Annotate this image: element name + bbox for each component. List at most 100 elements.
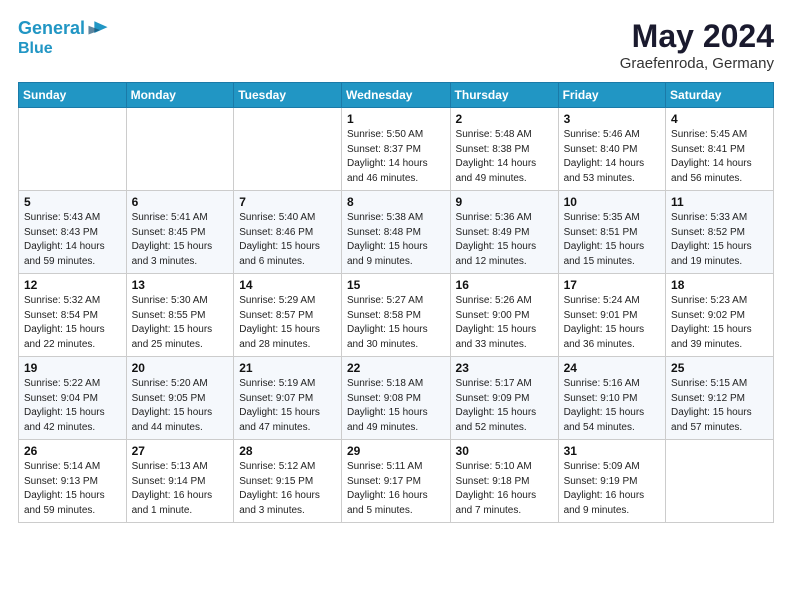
calendar-cell: 31 Sunrise: 5:09 AM Sunset: 9:19 PM Dayli… — [558, 440, 665, 523]
day-number: 31 — [564, 444, 660, 458]
calendar-cell: 4Sunrise: 5:45 AM Sunset: 8:41 PM Daylig… — [666, 108, 774, 191]
calendar-day-header: Friday — [558, 83, 665, 108]
calendar-cell: 14 Sunrise: 5:29 AM Sunset: 8:57 PM Dayli… — [234, 274, 342, 357]
calendar-cell: 9Sunrise: 5:36 AM Sunset: 8:49 PM Daylig… — [450, 191, 558, 274]
day-info: Sunrise: 5:17 AM Sunset: 9:09 PM Dayligh… — [456, 377, 553, 435]
day-info: Sunrise: 5:14 AM Sunset: 9:13 PM Dayligh… — [24, 460, 121, 518]
day-number: 10 — [564, 195, 660, 209]
calendar-cell: 24 Sunrise: 5:16 AM Sunset: 9:10 PM Dayli… — [558, 357, 665, 440]
calendar-day-header: Saturday — [666, 83, 774, 108]
day-number: 23 — [456, 361, 553, 375]
calendar-cell: 12 Sunrise: 5:32 AM Sunset: 8:54 PM Dayli… — [19, 274, 127, 357]
day-number: 11 — [671, 195, 768, 209]
day-number: 27 — [132, 444, 229, 458]
day-number: 18 — [671, 278, 768, 292]
day-info: Sunrise: 5:12 AM Sunset: 9:15 PM Dayligh… — [239, 460, 336, 518]
day-info: Sunrise: 5:16 AM Sunset: 9:10 PM Dayligh… — [564, 377, 660, 435]
day-number: 21 — [239, 361, 336, 375]
day-info: Sunrise: 5:20 AM Sunset: 9:05 PM Dayligh… — [132, 377, 229, 435]
day-info: Sunrise: 5:48 AM Sunset: 8:38 PM Dayligh… — [456, 128, 553, 186]
logo-blue: Blue — [18, 40, 109, 58]
day-info: Sunrise: 5:26 AM Sunset: 9:00 PM Dayligh… — [456, 294, 553, 352]
day-number: 20 — [132, 361, 229, 375]
calendar-cell: 21 Sunrise: 5:19 AM Sunset: 9:07 PM Dayli… — [234, 357, 342, 440]
calendar-week-row: 1 Sunrise: 5:50 AM Sunset: 8:37 PM Daylig… — [19, 108, 774, 191]
calendar-cell: 30Sunrise: 5:10 AM Sunset: 9:18 PM Dayli… — [450, 440, 558, 523]
day-number: 16 — [456, 278, 553, 292]
day-number: 12 — [24, 278, 121, 292]
day-number: 15 — [347, 278, 445, 292]
day-info: Sunrise: 5:24 AM Sunset: 9:01 PM Dayligh… — [564, 294, 660, 352]
calendar-day-header: Monday — [126, 83, 234, 108]
month-year: May 2024 — [620, 18, 774, 55]
calendar-cell: 23 Sunrise: 5:17 AM Sunset: 9:09 PM Dayli… — [450, 357, 558, 440]
day-number: 24 — [564, 361, 660, 375]
calendar: SundayMondayTuesdayWednesdayThursdayFrid… — [18, 82, 774, 523]
day-info: Sunrise: 5:15 AM Sunset: 9:12 PM Dayligh… — [671, 377, 768, 435]
logo: General Blue — [18, 18, 109, 58]
day-number: 1 — [347, 112, 445, 126]
calendar-cell: 28Sunrise: 5:12 AM Sunset: 9:15 PM Dayli… — [234, 440, 342, 523]
calendar-cell: 17 Sunrise: 5:24 AM Sunset: 9:01 PM Dayli… — [558, 274, 665, 357]
logo-text: General — [18, 19, 85, 39]
day-info: Sunrise: 5:18 AM Sunset: 9:08 PM Dayligh… — [347, 377, 445, 435]
day-info: Sunrise: 5:33 AM Sunset: 8:52 PM Dayligh… — [671, 211, 768, 269]
calendar-week-row: 5 Sunrise: 5:43 AM Sunset: 8:43 PM Daylig… — [19, 191, 774, 274]
calendar-cell: 27 Sunrise: 5:13 AM Sunset: 9:14 PM Dayli… — [126, 440, 234, 523]
day-info: Sunrise: 5:32 AM Sunset: 8:54 PM Dayligh… — [24, 294, 121, 352]
day-number: 8 — [347, 195, 445, 209]
calendar-cell: 6 Sunrise: 5:41 AM Sunset: 8:45 PM Daylig… — [126, 191, 234, 274]
day-info: Sunrise: 5:19 AM Sunset: 9:07 PM Dayligh… — [239, 377, 336, 435]
calendar-day-header: Tuesday — [234, 83, 342, 108]
day-info: Sunrise: 5:23 AM Sunset: 9:02 PM Dayligh… — [671, 294, 768, 352]
day-info: Sunrise: 5:50 AM Sunset: 8:37 PM Dayligh… — [347, 128, 445, 186]
day-number: 2 — [456, 112, 553, 126]
day-info: Sunrise: 5:41 AM Sunset: 8:45 PM Dayligh… — [132, 211, 229, 269]
day-info: Sunrise: 5:10 AM Sunset: 9:18 PM Dayligh… — [456, 460, 553, 518]
calendar-cell — [126, 108, 234, 191]
day-number: 26 — [24, 444, 121, 458]
calendar-cell: 3 Sunrise: 5:46 AM Sunset: 8:40 PM Daylig… — [558, 108, 665, 191]
day-number: 7 — [239, 195, 336, 209]
calendar-cell: 29Sunrise: 5:11 AM Sunset: 9:17 PM Dayli… — [342, 440, 451, 523]
header: General Blue May 2024 Graefenroda, Germa… — [18, 18, 774, 72]
calendar-cell — [666, 440, 774, 523]
day-number: 22 — [347, 361, 445, 375]
calendar-cell: 22 Sunrise: 5:18 AM Sunset: 9:08 PM Dayli… — [342, 357, 451, 440]
calendar-week-row: 12 Sunrise: 5:32 AM Sunset: 8:54 PM Dayli… — [19, 274, 774, 357]
day-info: Sunrise: 5:27 AM Sunset: 8:58 PM Dayligh… — [347, 294, 445, 352]
day-info: Sunrise: 5:46 AM Sunset: 8:40 PM Dayligh… — [564, 128, 660, 186]
day-number: 4 — [671, 112, 768, 126]
calendar-cell: 26 Sunrise: 5:14 AM Sunset: 9:13 PM Dayli… — [19, 440, 127, 523]
calendar-cell: 20 Sunrise: 5:20 AM Sunset: 9:05 PM Dayli… — [126, 357, 234, 440]
calendar-day-header: Wednesday — [342, 83, 451, 108]
day-info: Sunrise: 5:43 AM Sunset: 8:43 PM Dayligh… — [24, 211, 121, 269]
title-block: May 2024 Graefenroda, Germany — [620, 18, 774, 72]
calendar-cell: 25 Sunrise: 5:15 AM Sunset: 9:12 PM Dayli… — [666, 357, 774, 440]
day-number: 13 — [132, 278, 229, 292]
calendar-cell: 8Sunrise: 5:38 AM Sunset: 8:48 PM Daylig… — [342, 191, 451, 274]
day-info: Sunrise: 5:29 AM Sunset: 8:57 PM Dayligh… — [239, 294, 336, 352]
calendar-cell: 16 Sunrise: 5:26 AM Sunset: 9:00 PM Dayli… — [450, 274, 558, 357]
day-info: Sunrise: 5:09 AM Sunset: 9:19 PM Dayligh… — [564, 460, 660, 518]
day-info: Sunrise: 5:40 AM Sunset: 8:46 PM Dayligh… — [239, 211, 336, 269]
day-info: Sunrise: 5:35 AM Sunset: 8:51 PM Dayligh… — [564, 211, 660, 269]
calendar-cell: 7 Sunrise: 5:40 AM Sunset: 8:46 PM Daylig… — [234, 191, 342, 274]
day-info: Sunrise: 5:22 AM Sunset: 9:04 PM Dayligh… — [24, 377, 121, 435]
day-number: 9 — [456, 195, 553, 209]
day-info: Sunrise: 5:13 AM Sunset: 9:14 PM Dayligh… — [132, 460, 229, 518]
day-info: Sunrise: 5:30 AM Sunset: 8:55 PM Dayligh… — [132, 294, 229, 352]
calendar-cell: 15 Sunrise: 5:27 AM Sunset: 8:58 PM Dayli… — [342, 274, 451, 357]
day-number: 29 — [347, 444, 445, 458]
day-number: 6 — [132, 195, 229, 209]
day-number: 5 — [24, 195, 121, 209]
calendar-day-header: Thursday — [450, 83, 558, 108]
calendar-header-row: SundayMondayTuesdayWednesdayThursdayFrid… — [19, 83, 774, 108]
day-number: 17 — [564, 278, 660, 292]
day-number: 25 — [671, 361, 768, 375]
day-number: 14 — [239, 278, 336, 292]
day-number: 3 — [564, 112, 660, 126]
calendar-cell: 19Sunrise: 5:22 AM Sunset: 9:04 PM Dayli… — [19, 357, 127, 440]
calendar-cell — [19, 108, 127, 191]
calendar-day-header: Sunday — [19, 83, 127, 108]
